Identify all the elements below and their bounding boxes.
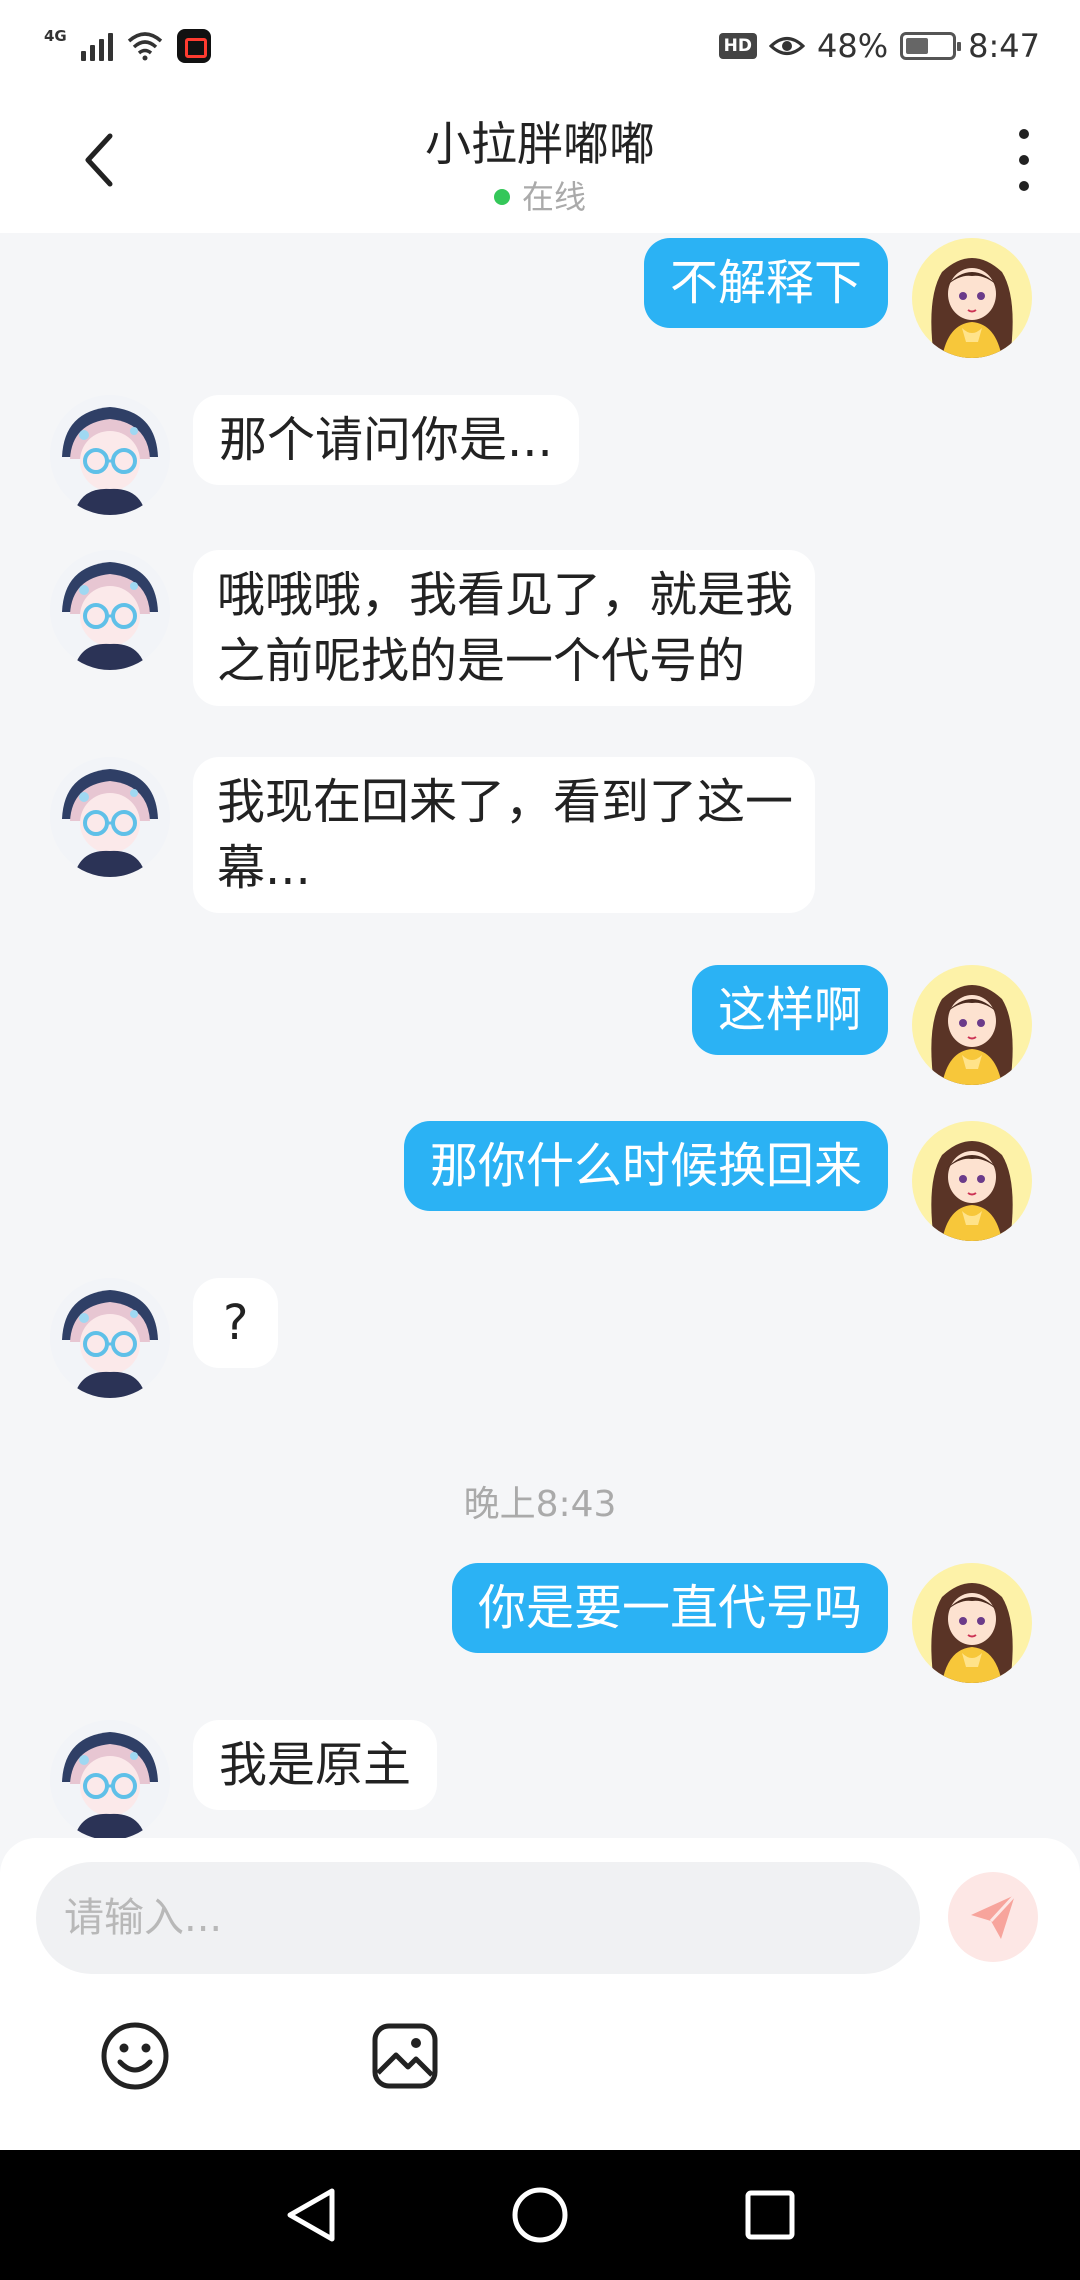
- message-text: 那个请问你是...: [219, 412, 553, 468]
- message-row-received: 那个请问你是...: [0, 395, 1080, 515]
- message-text: 不解释下: [669, 255, 862, 311]
- message-row-received: ?: [0, 1278, 1080, 1398]
- message-row-received: 我现在回来了，看到了这一 幕...: [0, 757, 1080, 927]
- nav-back-button[interactable]: [273, 2178, 347, 2252]
- screen-record-icon: [176, 29, 211, 63]
- received-bubble[interactable]: 哦哦哦，我看见了，就是我 之前呢找的是一个代号的: [193, 550, 816, 706]
- message-row-sent: 你是要一直代号吗: [0, 1563, 1080, 1683]
- contact-avatar[interactable]: [50, 1278, 170, 1398]
- message-list[interactable]: 不解释下 那个请问你是... 哦哦哦，我看见了，就是我 之前呢找的是一个代号的 …: [0, 233, 1080, 1838]
- network-type: 4G: [44, 27, 67, 45]
- online-dot: [493, 189, 510, 205]
- battery-percent: 48%: [817, 27, 889, 65]
- send-button[interactable]: [948, 1872, 1038, 1962]
- system-nav-bar: [0, 2150, 1080, 2280]
- my-avatar[interactable]: [912, 238, 1032, 358]
- message-text-line: 哦哦哦，我看见了，就是我: [217, 567, 794, 623]
- received-bubble[interactable]: 我是原主: [193, 1720, 438, 1810]
- message-row-sent: 那你什么时候换回来: [0, 1121, 1080, 1241]
- my-avatar[interactable]: [912, 965, 1032, 1085]
- contact-avatar[interactable]: [50, 757, 170, 877]
- online-status: 在线: [0, 172, 1080, 218]
- more-dot: [1019, 181, 1029, 191]
- clock: 8:47: [968, 27, 1040, 65]
- my-avatar[interactable]: [912, 1563, 1032, 1683]
- more-dot: [1019, 155, 1029, 165]
- nav-home-button[interactable]: [503, 2178, 577, 2252]
- signal-icon: [80, 31, 113, 61]
- message-text: 那你什么时候换回来: [429, 1138, 862, 1194]
- home-circle-icon: [512, 2187, 568, 2243]
- emoji-button[interactable]: [95, 2016, 175, 2096]
- message-text-line: 我现在回来了，看到了这一: [217, 774, 794, 830]
- status-bar: 4G HD 48% 8:47: [0, 0, 1080, 90]
- message-text-line: 之前呢找的是一个代号的: [217, 633, 746, 689]
- message-text: 我是原主: [219, 1737, 412, 1793]
- more-dot: [1019, 129, 1029, 139]
- chat-header: 小拉胖嘟嘟 在线: [0, 90, 1080, 233]
- message-text-line: 幕...: [217, 840, 311, 896]
- message-row-received: 哦哦哦，我看见了，就是我 之前呢找的是一个代号的: [0, 550, 1080, 720]
- status-left: 4G: [44, 22, 211, 70]
- hd-badge: HD: [718, 33, 758, 59]
- sent-bubble[interactable]: 这样啊: [691, 965, 888, 1055]
- message-text: ?: [223, 1295, 249, 1351]
- message-row-sent: 这样啊: [0, 965, 1080, 1085]
- image-button[interactable]: [365, 2016, 445, 2096]
- received-bubble[interactable]: ?: [193, 1278, 279, 1368]
- my-avatar[interactable]: [912, 1121, 1032, 1241]
- contact-avatar[interactable]: [50, 1720, 170, 1838]
- sent-bubble[interactable]: 那你什么时候换回来: [403, 1121, 888, 1211]
- message-text: 这样啊: [717, 982, 862, 1038]
- wifi-icon: [127, 32, 162, 61]
- recents-square-icon: [745, 2190, 795, 2240]
- eye-comfort-icon: [769, 37, 806, 55]
- more-options-button[interactable]: [1004, 125, 1044, 195]
- back-triangle-icon: [287, 2188, 335, 2242]
- received-bubble[interactable]: 我现在回来了，看到了这一 幕...: [193, 757, 816, 913]
- received-bubble[interactable]: 那个请问你是...: [193, 395, 579, 485]
- battery-icon: [900, 32, 962, 60]
- sent-bubble[interactable]: 你是要一直代号吗: [451, 1563, 888, 1653]
- nav-recents-button[interactable]: [733, 2178, 807, 2252]
- contact-name: 小拉胖嘟嘟: [425, 117, 655, 171]
- online-status-label: 在线: [521, 178, 586, 216]
- emoji-icon: [101, 2022, 169, 2090]
- message-timestamp: 晚上8:43: [463, 1484, 617, 1525]
- message-row-sent: 不解释下: [0, 238, 1080, 358]
- input-panel: [0, 1838, 1080, 2150]
- status-right: HD 48% 8:47: [718, 22, 1040, 70]
- message-row-received: 我是原主: [0, 1720, 1080, 1838]
- sent-bubble[interactable]: 不解释下: [643, 238, 888, 328]
- contact-avatar[interactable]: [50, 550, 170, 670]
- image-icon: [372, 2023, 438, 2089]
- contact-avatar[interactable]: [50, 395, 170, 515]
- message-input[interactable]: [36, 1862, 920, 1974]
- message-text: 你是要一直代号吗: [477, 1580, 862, 1636]
- send-icon: [971, 1893, 1017, 1939]
